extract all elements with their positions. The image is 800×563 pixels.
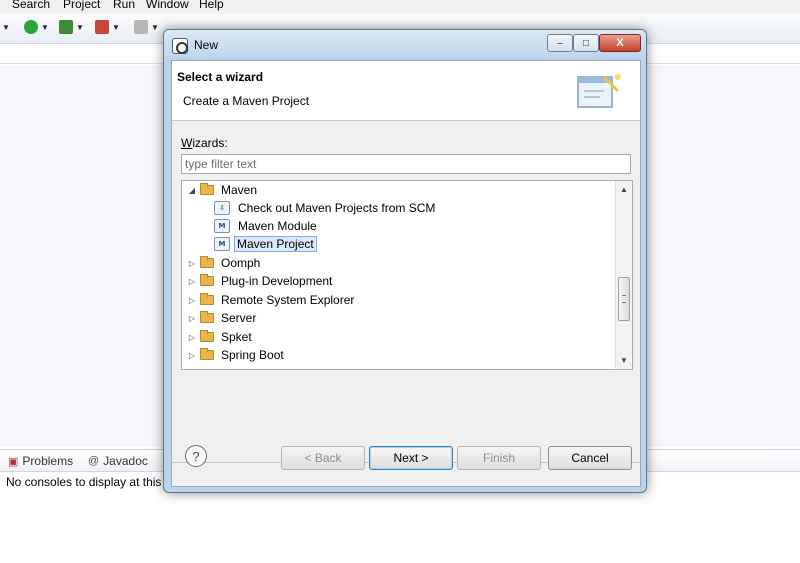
help-button[interactable]: ? [185,445,207,467]
wizard-banner-icon [577,74,621,108]
tree-item-label: Plug-in Development [221,274,333,288]
tree-item-label: Maven Module [238,219,317,233]
tab-problems[interactable]: ▣ Problems [8,454,73,468]
wizard-header-description: Create a Maven Project [183,94,310,108]
tree-item-label: Maven [221,183,258,197]
back-button[interactable]: < Back [281,446,365,470]
tree-item-oomph[interactable]: ▷ Oomph [186,254,264,272]
tree-item-maven-project[interactable]: M Maven Project [214,235,317,253]
minimize-button[interactable]: – [547,34,573,52]
collapsed-triangle-icon[interactable]: ▷ [186,314,198,323]
tree-item-label: Remote System Explorer [221,293,355,307]
menu-window[interactable]: Window [146,0,189,11]
dropdown-arrow-icon[interactable]: ▼ [151,23,159,32]
folder-icon [200,293,214,305]
maximize-button[interactable]: □ [573,34,599,52]
tree-item-label: Server [221,311,257,325]
filter-input[interactable] [181,154,631,174]
tree-item-maven[interactable]: ◢ Maven [186,181,261,199]
tab-javadoc[interactable]: @ Javadoc [88,454,148,468]
next-button[interactable]: Next > [369,446,453,470]
wizard-header: Select a wizard Create a Maven Project [172,61,640,121]
tree-item-plugin-development[interactable]: ▷ Plug-in Development [186,272,336,290]
tree-item-label: Check out Maven Projects from SCM [238,201,436,215]
folder-open-icon [200,183,214,195]
maven-project-icon: M [214,237,230,251]
eclipse-icon [172,38,188,54]
stop-icon[interactable] [134,20,148,34]
wizard-header-title: Select a wizard [177,70,264,84]
menu-search[interactable]: Search [12,0,50,11]
scroll-down-arrow-icon[interactable]: ▼ [616,352,632,369]
tree-item-label: Spket [221,330,252,344]
tree-item-remote-system-explorer[interactable]: ▷ Remote System Explorer [186,291,358,309]
scroll-thumb[interactable] [618,277,630,321]
dropdown-arrow-icon[interactable]: ▼ [112,23,120,32]
collapsed-triangle-icon[interactable]: ▷ [186,333,198,342]
dialog-body: Select a wizard Create a Maven Project W… [171,60,641,487]
wizard-tree: ◢ Maven ⇩ Check out Maven Projects from … [181,180,633,370]
tree-item-spring-boot[interactable]: ▷ Spring Boot [186,346,288,364]
expanded-triangle-icon[interactable]: ◢ [186,186,198,195]
console-message: No consoles to display at this [6,475,162,489]
dropdown-arrow-icon[interactable]: ▼ [2,23,10,32]
collapsed-triangle-icon[interactable]: ▷ [186,259,198,268]
tree-item-label: Spring Boot [221,348,284,362]
folder-icon [200,348,214,360]
tab-problems-label: Problems [22,454,74,468]
tree-item-checkout-scm[interactable]: ⇩ Check out Maven Projects from SCM [214,199,439,217]
dialog-title: New [194,38,219,52]
folder-icon [200,330,214,342]
dropdown-arrow-icon[interactable]: ▼ [41,23,49,32]
folder-icon [200,311,214,323]
dialog-titlebar[interactable]: New – □ X [164,30,646,60]
folder-icon [200,256,214,268]
cancel-button[interactable]: Cancel [548,446,632,470]
tab-javadoc-label: Javadoc [103,454,148,468]
tree-scrollbar[interactable]: ▲ ▼ [615,181,632,369]
checkout-icon: ⇩ [214,201,230,215]
tree-item-maven-module[interactable]: M Maven Module [214,217,321,235]
tree-item-label: Oomph [221,256,261,270]
finish-button[interactable]: Finish [457,446,541,470]
new-wizard-dialog: New – □ X Select a wizard Create a Maven… [163,29,647,493]
dropdown-arrow-icon[interactable]: ▼ [76,23,84,32]
tree-item-spket[interactable]: ▷ Spket [186,328,256,346]
menu-bar: Search Project Run Window Help [0,0,800,14]
collapsed-triangle-icon[interactable]: ▷ [186,277,198,286]
coverage-icon[interactable] [95,20,109,34]
collapsed-triangle-icon[interactable]: ▷ [186,296,198,305]
maven-module-icon: M [214,219,230,233]
wizards-label: Wizards: [181,136,228,150]
collapsed-triangle-icon[interactable]: ▷ [186,351,198,360]
close-button[interactable]: X [599,34,641,52]
debug-icon[interactable] [59,20,73,34]
menu-project[interactable]: Project [63,0,100,11]
at-icon: @ [88,455,100,467]
run-icon[interactable] [24,20,38,34]
menu-run[interactable]: Run [113,0,135,11]
tree-item-server[interactable]: ▷ Server [186,309,260,327]
menu-help[interactable]: Help [199,0,224,11]
scroll-up-arrow-icon[interactable]: ▲ [616,181,632,198]
tree-item-label: Maven Project [234,236,317,252]
problems-icon: ▣ [8,455,19,468]
folder-icon [200,274,214,286]
